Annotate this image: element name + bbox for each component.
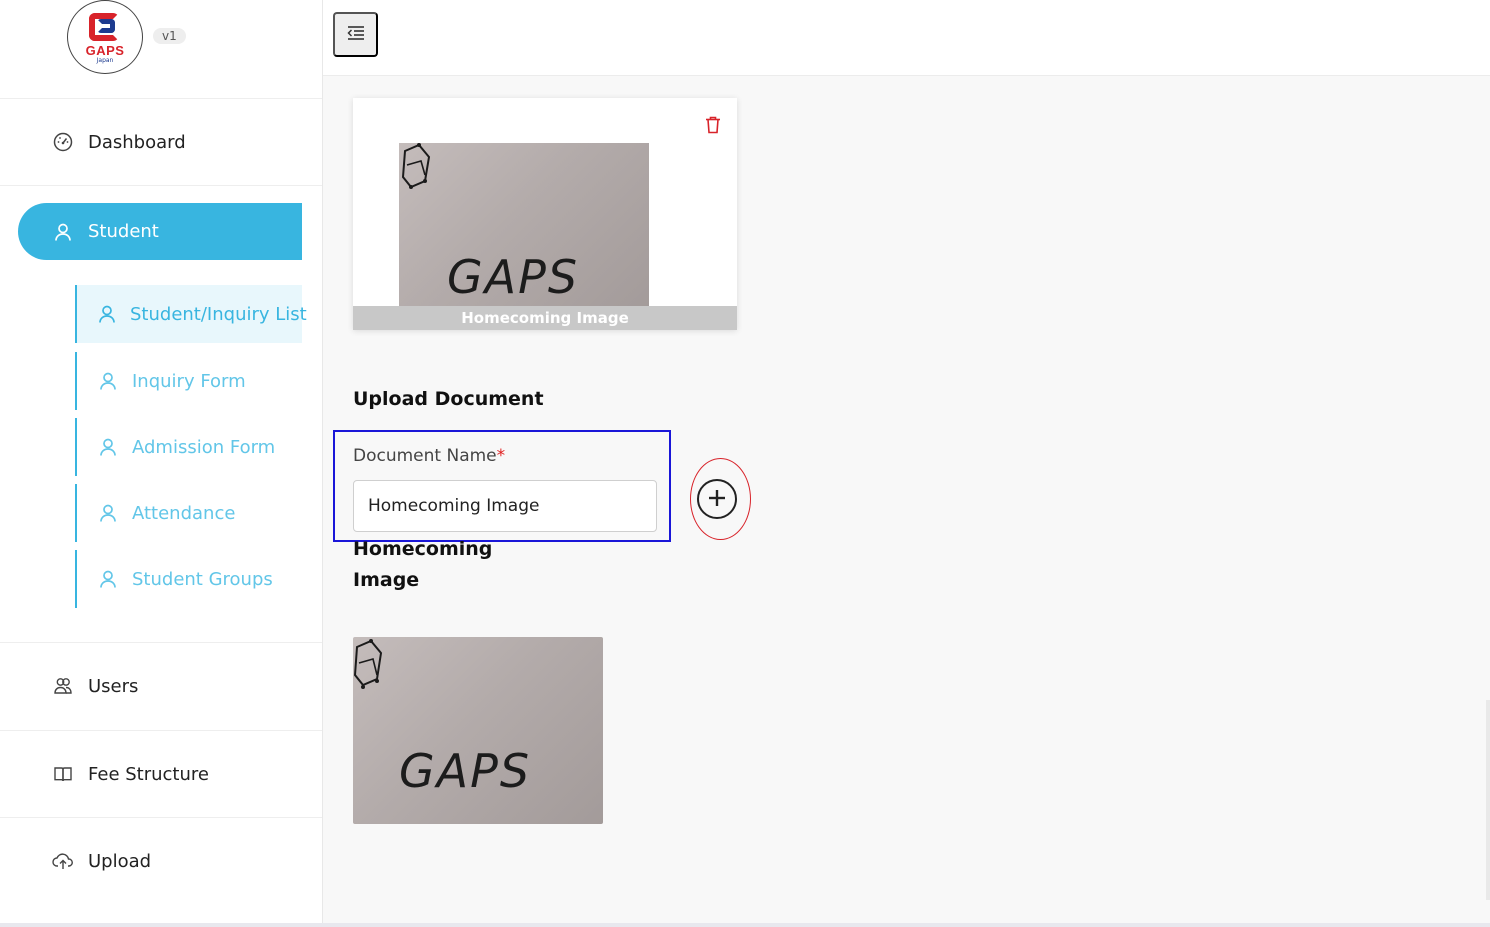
sidebar-item-dashboard[interactable]: Dashboard: [0, 99, 322, 186]
user-icon: [97, 436, 119, 458]
topbar: [323, 0, 1490, 76]
required-marker: *: [496, 446, 506, 466]
photo-handwritten-text: GAPS: [399, 744, 531, 798]
document-name-input[interactable]: [353, 480, 657, 532]
add-document-button[interactable]: [697, 479, 737, 519]
menu-collapse-icon: [346, 25, 366, 44]
document-thumbnail-image: GAPS: [399, 143, 649, 308]
version-badge: v1: [153, 28, 186, 44]
sidebar-item-upload[interactable]: Upload: [0, 817, 322, 904]
gaps-logo-mark-icon: [85, 11, 125, 45]
sidebar-item-fee-structure[interactable]: Fee Structure: [0, 730, 322, 817]
sidebar-item-users[interactable]: Users: [0, 642, 322, 729]
menu-toggle-button[interactable]: [333, 12, 378, 57]
sidebar-subitem-label: Inquiry Form: [132, 370, 246, 392]
scrollbar-track[interactable]: [1486, 700, 1490, 900]
sidebar-subitem-attendance[interactable]: Attendance: [75, 484, 302, 542]
user-icon: [97, 568, 119, 590]
sidebar-item-label: Users: [88, 675, 139, 697]
document-name-heading: Homecoming Image: [353, 538, 493, 591]
bottom-border: [0, 923, 1490, 927]
sidebar-item-label: Student: [88, 221, 159, 242]
trash-icon[interactable]: [703, 115, 723, 135]
book-icon: [52, 763, 74, 785]
document-preview-image: GAPS: [353, 637, 603, 824]
users-icon: [52, 675, 74, 697]
sidebar-subitem-student-groups[interactable]: Student Groups: [75, 550, 302, 608]
user-icon: [97, 370, 119, 392]
sidebar-subitem-inquiry-form[interactable]: Inquiry Form: [75, 352, 302, 410]
sidebar-item-label: Upload: [88, 850, 152, 872]
sidebar-subitem-label: Student Groups: [132, 568, 273, 590]
user-icon: [52, 221, 74, 243]
sidebar-subitem-admission-form[interactable]: Admission Form: [75, 418, 302, 476]
sidebar-subitem-label: Admission Form: [132, 436, 276, 458]
logo-subtitle-text: Japan: [96, 56, 114, 64]
photo-handwritten-text: GAPS: [447, 250, 579, 304]
gaps-logo[interactable]: GAPS Japan: [67, 0, 143, 74]
sidebar-item-label: Dashboard: [88, 131, 186, 153]
logo-brand-text: GAPS: [85, 42, 125, 58]
document-name-label: Document Name*: [353, 446, 506, 466]
plus-circle-icon: [707, 488, 727, 511]
uploaded-document-card: GAPS Homecoming Image: [353, 98, 737, 330]
upload-document-title: Upload Document: [353, 388, 544, 410]
sidebar-header: GAPS Japan v1: [0, 0, 322, 99]
sidebar-item-student[interactable]: Student: [18, 203, 302, 260]
sidebar-subitem-student-inquiry-list[interactable]: Student/Inquiry List: [75, 285, 307, 343]
user-icon: [97, 303, 117, 325]
dashboard-gauge-icon: [52, 131, 74, 153]
sidebar-subitem-label: Student/Inquiry List: [130, 303, 307, 325]
sidebar-item-label: Fee Structure: [88, 763, 209, 785]
cloud-upload-icon: [52, 850, 74, 872]
sidebar-subitem-label: Attendance: [132, 502, 236, 524]
document-caption: Homecoming Image: [353, 306, 737, 330]
user-icon: [97, 502, 119, 524]
